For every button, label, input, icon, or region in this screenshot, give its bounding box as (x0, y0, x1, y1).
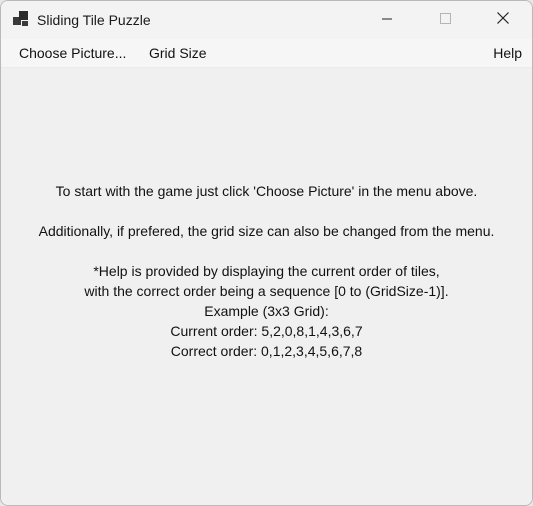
maximize-icon (439, 11, 451, 29)
instruction-line (1, 201, 532, 221)
instruction-line: Current order: 5,2,0,8,1,4,3,6,7 (170, 323, 363, 339)
minimize-icon (382, 11, 392, 29)
window-title: Sliding Tile Puzzle (37, 12, 151, 28)
instruction-line: *Help is provided by displaying the curr… (93, 263, 440, 279)
instruction-line (1, 241, 532, 261)
title-bar[interactable]: Sliding Tile Puzzle (1, 1, 532, 39)
minimize-button[interactable] (364, 1, 410, 39)
instruction-line: To start with the game just click 'Choos… (55, 183, 478, 199)
app-icon (13, 11, 29, 27)
menu-help[interactable]: Help (487, 39, 528, 67)
close-button[interactable] (480, 1, 526, 39)
instruction-line: with the correct order being a sequence … (84, 283, 449, 299)
instruction-line: Additionally, if prefered, the grid size… (38, 223, 495, 239)
menu-choose-picture[interactable]: Choose Picture... (13, 39, 132, 67)
menu-grid-size[interactable]: Grid Size (143, 39, 213, 67)
instructions-text: To start with the game just click 'Choos… (1, 181, 532, 361)
instruction-line: Example (3x3 Grid): (204, 303, 329, 319)
content-area: To start with the game just click 'Choos… (1, 68, 532, 505)
close-icon (497, 11, 509, 29)
maximize-button[interactable] (422, 1, 468, 39)
instruction-line: Correct order: 0,1,2,3,4,5,6,7,8 (170, 343, 363, 359)
menu-bar: Choose Picture... Grid Size Help (1, 39, 532, 68)
app-window: Sliding Tile Puzzle Choose Picture... Gr… (0, 0, 533, 506)
